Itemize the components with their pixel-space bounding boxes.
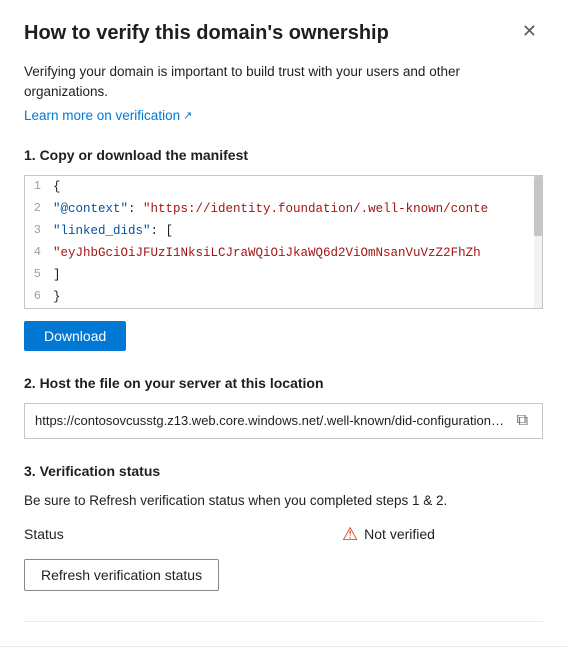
- learn-more-label: Learn more on verification: [24, 108, 180, 123]
- code-block: 1{2 "@context": "https://identity.founda…: [25, 176, 542, 308]
- warning-icon: ⚠: [342, 525, 358, 543]
- modal-container: How to verify this domain's ownership ✕ …: [0, 0, 567, 647]
- line-content: "eyJhbGciOiJFUzI1NksiLCJraWQiOiJkaWQ6d2V…: [53, 242, 542, 264]
- code-line: 5 ]: [25, 264, 542, 286]
- status-key-label: Status: [24, 526, 84, 542]
- code-line: 6}: [25, 286, 542, 308]
- url-text: https://contosovcusstg.z13.web.core.wind…: [35, 413, 505, 428]
- url-field-wrapper: https://contosovcusstg.z13.web.core.wind…: [24, 403, 543, 439]
- description-text: Verifying your domain is important to bu…: [24, 62, 543, 103]
- code-line: 3 "linked_dids": [: [25, 220, 542, 242]
- external-link-icon: ↗: [183, 109, 192, 122]
- download-button[interactable]: Download: [24, 321, 126, 351]
- code-line: 1{: [25, 176, 542, 198]
- line-number: 5: [25, 264, 53, 286]
- scrollbar-track[interactable]: [534, 176, 542, 308]
- line-content: "linked_dids": [: [53, 220, 542, 242]
- step3-title: 3. Verification status: [24, 463, 543, 479]
- status-value-group: ⚠ Not verified: [192, 525, 435, 543]
- line-content: {: [53, 176, 542, 198]
- line-content: "@context": "https://identity.foundation…: [53, 198, 542, 220]
- line-number: 3: [25, 220, 53, 242]
- close-button[interactable]: ✕: [516, 20, 543, 42]
- line-number: 1: [25, 176, 53, 198]
- line-content: ]: [53, 264, 542, 286]
- step2-section: 2. Host the file on your server at this …: [24, 375, 543, 439]
- step1-section: 1. Copy or download the manifest 1{2 "@c…: [24, 147, 543, 351]
- code-line: 2 "@context": "https://identity.foundati…: [25, 198, 542, 220]
- line-number: 6: [25, 286, 53, 308]
- code-table: 1{2 "@context": "https://identity.founda…: [25, 176, 542, 308]
- status-row: Status ⚠ Not verified: [24, 525, 543, 543]
- be-sure-text: Be sure to Refresh verification status w…: [24, 491, 543, 511]
- line-number: 4: [25, 242, 53, 264]
- copy-button[interactable]: ⧉: [513, 410, 532, 432]
- modal-divider: [24, 621, 543, 622]
- not-verified-text: Not verified: [364, 526, 435, 542]
- code-block-wrapper: 1{2 "@context": "https://identity.founda…: [24, 175, 543, 309]
- copy-icon: ⧉: [517, 412, 528, 429]
- learn-more-link[interactable]: Learn more on verification ↗: [24, 108, 192, 123]
- refresh-verification-button[interactable]: Refresh verification status: [24, 559, 219, 591]
- line-content: }: [53, 286, 542, 308]
- step2-title: 2. Host the file on your server at this …: [24, 375, 543, 391]
- step3-section: 3. Verification status Be sure to Refres…: [24, 463, 543, 591]
- modal-header: How to verify this domain's ownership ✕: [24, 20, 543, 46]
- line-number: 2: [25, 198, 53, 220]
- modal-title: How to verify this domain's ownership: [24, 20, 389, 46]
- step1-title: 1. Copy or download the manifest: [24, 147, 543, 163]
- code-line: 4 "eyJhbGciOiJFUzI1NksiLCJraWQiOiJkaWQ6d…: [25, 242, 542, 264]
- scrollbar-thumb[interactable]: [534, 176, 542, 236]
